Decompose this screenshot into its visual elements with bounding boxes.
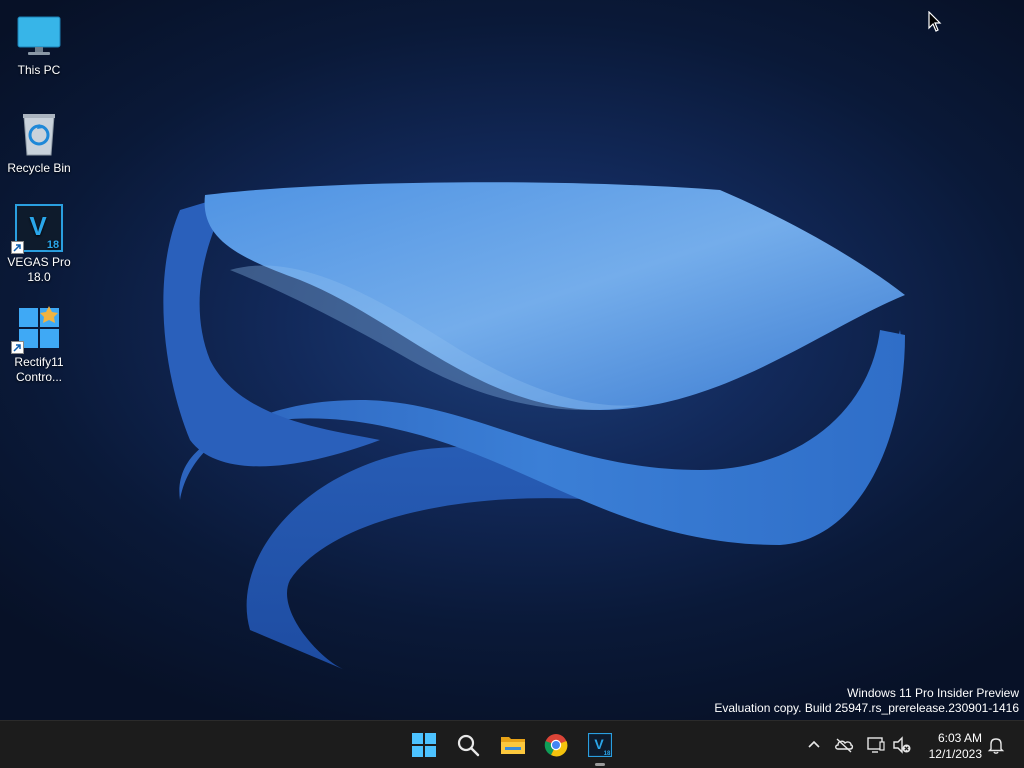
clock[interactable]: 6:03 AM 12/1/2023	[929, 730, 982, 762]
volume-button[interactable]	[892, 735, 912, 755]
desktop-icon-vegas-pro[interactable]: V 18 VEGAS Pro 18.0	[4, 198, 74, 285]
show-hidden-icons-button[interactable]	[804, 735, 824, 755]
control-panel-icon	[11, 304, 63, 354]
bell-icon	[987, 738, 1005, 754]
vegas-pro-icon: V 18	[588, 733, 612, 757]
chrome-icon	[544, 734, 568, 757]
search-icon	[457, 734, 480, 757]
active-indicator	[595, 763, 605, 766]
mouse-cursor-icon	[928, 11, 942, 32]
desktop-icon-label: VEGAS Pro 18.0	[7, 255, 71, 284]
start-button[interactable]	[406, 727, 442, 763]
system-tray: 6:03 AM 12/1/2023	[800, 721, 1024, 768]
wallpaper-bloom	[163, 182, 905, 670]
desktop-icon-rectify11[interactable]: Rectify11 Contro...	[4, 298, 74, 385]
vegas-glyph-number: 18	[604, 751, 611, 757]
chevron-up-icon	[808, 740, 820, 748]
vegas-glyph-letter: V	[594, 736, 604, 752]
desktop-icon-recycle-bin[interactable]: Recycle Bin	[4, 104, 74, 176]
desktop-icon-label: Recycle Bin	[7, 161, 71, 175]
watermark-line-1: Windows 11 Pro Insider Preview	[847, 686, 1019, 700]
file-explorer-button[interactable]	[494, 727, 530, 763]
desktop[interactable]: This PC Recycle Bin V 18 VEGAS Pro 18.0	[0, 0, 1024, 720]
desktop-icon-label: Rectify11 Contro...	[14, 355, 64, 384]
desktop-icon-label: This PC	[17, 63, 61, 77]
speaker-muted-icon	[893, 736, 911, 754]
clock-time: 6:03 AM	[937, 731, 982, 745]
shortcut-arrow-icon	[11, 241, 24, 254]
onedrive-button[interactable]	[834, 735, 854, 755]
search-button[interactable]	[450, 727, 486, 763]
clock-date: 12/1/2023	[928, 747, 982, 761]
monitor-icon	[15, 12, 63, 60]
vegas-glyph-number: 18	[47, 239, 59, 251]
folder-icon	[501, 737, 525, 754]
network-button[interactable]	[866, 735, 886, 755]
recycle-bin-icon	[15, 110, 63, 158]
network-icon	[867, 737, 885, 753]
shortcut-arrow-icon	[11, 341, 24, 354]
vegas-glyph-letter: V	[29, 211, 47, 241]
onedrive-offline-icon	[835, 738, 854, 753]
desktop-icon-this-pc[interactable]: This PC	[4, 6, 74, 78]
vegas-pro-taskbar-button[interactable]: V 18	[582, 727, 618, 766]
taskbar: V 18 6:03 AM 12/1/2023	[0, 720, 1024, 768]
windows-start-icon	[412, 733, 436, 757]
vegas-pro-icon: V 18	[11, 204, 63, 254]
notification-button[interactable]	[986, 735, 1006, 755]
evaluation-watermark: Windows 11 Pro Insider Preview Evaluatio…	[714, 686, 1019, 716]
watermark-line-2: Evaluation copy. Build 25947.rs_prerelea…	[714, 701, 1019, 715]
chrome-button[interactable]	[538, 727, 574, 763]
